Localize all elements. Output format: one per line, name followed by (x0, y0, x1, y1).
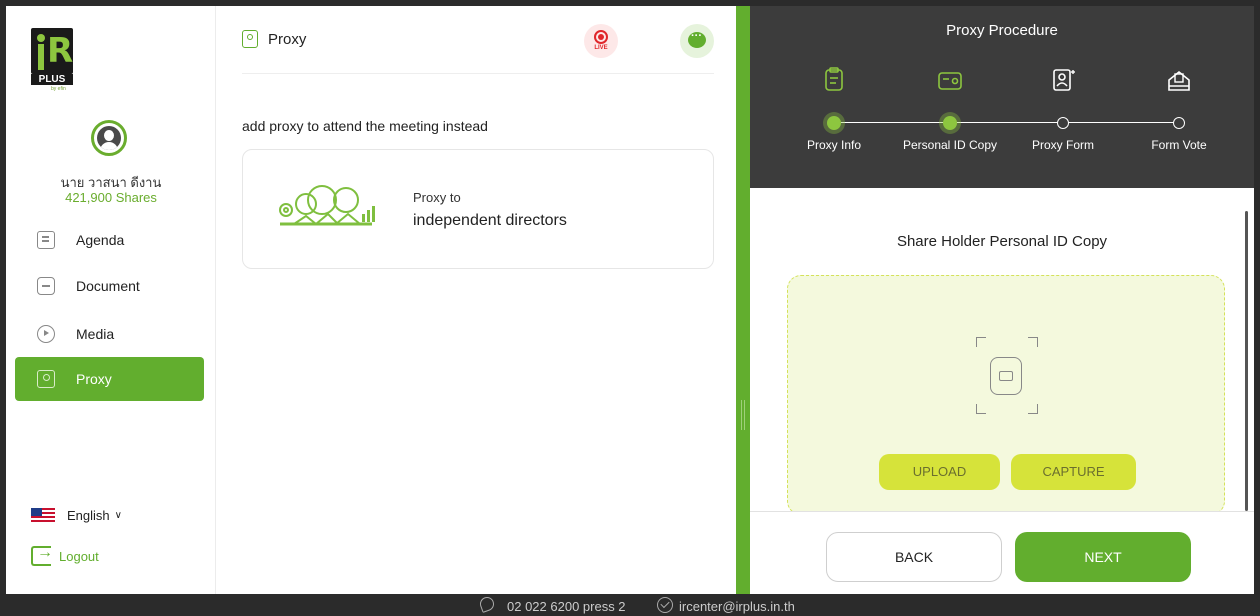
logout-label: Logout (59, 548, 99, 564)
ballot-box-icon (1168, 70, 1190, 91)
id-copy-upload-zone[interactable]: UPLOAD CAPTURE (787, 275, 1225, 515)
proxy-independent-directors-card[interactable]: Proxy to independent directors (242, 149, 714, 269)
directors-group-icon (279, 185, 375, 226)
live-label: LIVE (594, 45, 608, 51)
next-button[interactable]: NEXT (1015, 532, 1191, 582)
scan-frame-corner (1028, 337, 1038, 347)
step-proxy-form[interactable]: Proxy Form (1008, 66, 1118, 152)
logout-button[interactable]: Logout (31, 544, 99, 566)
procedure-actions: BACK NEXT (750, 511, 1254, 594)
page-title: Proxy (242, 30, 306, 48)
scan-frame-corner (1028, 404, 1038, 414)
irplus-logo[interactable]: R PLUS by efin (31, 28, 73, 92)
logo-mark: R (31, 28, 73, 74)
step-personal-id-copy[interactable]: Personal ID Copy (895, 66, 1005, 152)
id-document-icon (990, 357, 1022, 395)
sidebar-item-document[interactable]: Document (15, 264, 204, 308)
stepper-track (834, 122, 1182, 123)
proxy-icon (242, 30, 258, 48)
sidebar-item-label: Agenda (76, 232, 125, 248)
chevron-down-icon: ∨ (114, 510, 122, 521)
step-form-vote[interactable]: Form Vote (1124, 66, 1234, 152)
step-label: Personal ID Copy (902, 138, 998, 152)
user-shares: 421,900 Shares (65, 190, 157, 205)
us-flag-icon (31, 508, 55, 523)
step-proxy-info[interactable]: Proxy Info (779, 66, 889, 152)
scan-frame-corner (976, 337, 986, 347)
contact-phone[interactable]: 02 022 6200 press 2 (507, 599, 626, 614)
sidebar-item-label: Media (76, 326, 115, 342)
sidebar-item-label: Proxy (76, 371, 112, 387)
step-indicator (1057, 117, 1069, 129)
sidebar-item-proxy[interactable]: Proxy (15, 357, 204, 401)
sidebar-item-agenda[interactable]: Agenda (15, 218, 204, 262)
panel-title: Proxy Procedure (946, 22, 1058, 39)
document-icon (37, 277, 55, 295)
upload-button[interactable]: UPLOAD (879, 454, 1000, 490)
panel-scrollbar[interactable] (1245, 211, 1248, 511)
step-indicator (827, 116, 841, 130)
clipboard-icon (825, 67, 843, 91)
chat-button[interactable] (680, 24, 714, 58)
card-line2: independent directors (413, 212, 567, 229)
capture-button[interactable]: CAPTURE (1011, 454, 1136, 490)
proxy-intro-text: add proxy to attend the meeting instead (242, 118, 488, 134)
panel-splitter[interactable] (736, 6, 750, 594)
media-icon (37, 325, 55, 343)
logout-icon (31, 544, 53, 566)
section-title: Share Holder Personal ID Copy (896, 233, 1108, 250)
main-header: Proxy LIVE (242, 6, 714, 74)
step-indicator (943, 116, 957, 130)
sidebar: R PLUS by efin นาย วาสนา ดีงาน 421,900 S… (6, 6, 216, 594)
language-selector[interactable]: English ∨ (31, 508, 122, 523)
contact-email[interactable]: ircenter@irplus.in.th (679, 599, 795, 614)
step-label: Form Vote (1151, 138, 1207, 152)
main-content: Proxy LIVE add proxy to attend the meeti… (217, 6, 736, 594)
card-line1: Proxy to (413, 190, 461, 205)
proxy-form-icon (1053, 69, 1075, 91)
page-title-text: Proxy (268, 30, 307, 48)
phone-icon (478, 595, 496, 613)
step-indicator (1173, 117, 1185, 129)
avatar[interactable] (91, 120, 127, 156)
logo-plus-text: PLUS (31, 74, 73, 85)
live-button[interactable]: LIVE (584, 24, 618, 58)
scan-frame-corner (976, 404, 986, 414)
chat-icon (688, 30, 706, 48)
splitter-grip[interactable] (741, 400, 745, 430)
email-icon (657, 597, 673, 613)
step-label: Proxy Info (806, 138, 862, 152)
language-label: English (67, 508, 110, 523)
sidebar-item-media[interactable]: Media (15, 312, 204, 356)
procedure-header: Proxy Procedure Proxy Info Personal ID C… (750, 6, 1254, 188)
step-label: Proxy Form (1031, 138, 1094, 152)
back-button[interactable]: BACK (826, 532, 1002, 582)
proxy-procedure-panel: Proxy Procedure Proxy Info Personal ID C… (750, 6, 1254, 594)
id-card-icon (938, 72, 962, 90)
contact-footer: 02 022 6200 press 2 ircenter@irplus.in.t… (0, 594, 1260, 616)
logo-by-text: by efin (51, 86, 66, 92)
sidebar-item-label: Document (76, 278, 140, 294)
proxy-icon (37, 370, 55, 388)
agenda-icon (37, 231, 55, 249)
